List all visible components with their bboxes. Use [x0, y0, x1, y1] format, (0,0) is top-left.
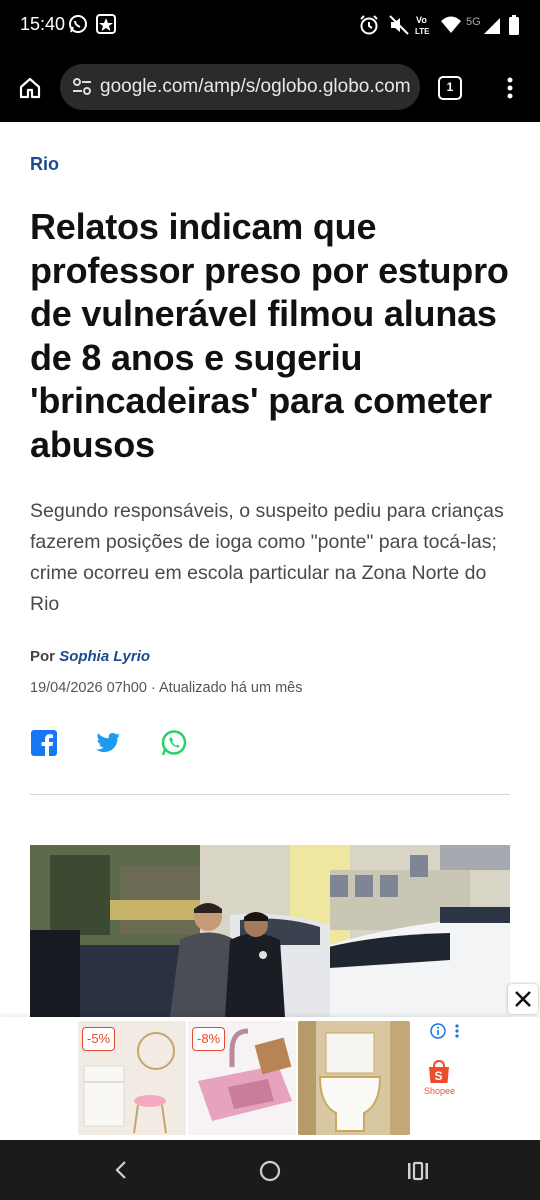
whatsapp-notification-icon — [69, 15, 87, 33]
ad-product-toilet[interactable] — [298, 1021, 410, 1135]
alarm-icon — [360, 15, 378, 35]
ad-product-vanity[interactable]: -5% — [78, 1021, 186, 1135]
app-notification-icon — [96, 14, 116, 34]
divider — [30, 794, 510, 795]
author-link[interactable]: Sophia Lyrio — [59, 648, 150, 665]
system-navigation-bar — [0, 1140, 540, 1200]
publish-date: 19/04/2026 07h00 · Atualizado há um mês — [30, 680, 303, 696]
recents-icon[interactable] — [406, 1159, 430, 1183]
wifi-icon — [441, 16, 461, 33]
tab-switcher-button[interactable]: 1 — [438, 76, 462, 100]
more-options-icon[interactable] — [500, 76, 520, 100]
section-label[interactable]: Rio — [30, 154, 59, 175]
shopee-logo-icon: S — [429, 1059, 449, 1083]
close-icon — [515, 991, 531, 1007]
svg-text:LTE: LTE — [415, 27, 430, 36]
volte-icon: Vo LTE — [415, 15, 430, 36]
article-subtitle: Segundo responsáveis, o suspeito pediu p… — [30, 500, 504, 615]
svg-text:S: S — [435, 1069, 443, 1083]
status-time: 15:40 — [20, 14, 66, 34]
signal-icon — [484, 18, 500, 34]
ad-banner[interactable]: -5% -8% S — [0, 1017, 540, 1140]
discount-badge: -5% — [82, 1027, 116, 1051]
article-photo[interactable] — [30, 845, 510, 1017]
arrest-scene-image — [30, 845, 510, 1017]
byline: Por Sophia Lyrio — [30, 648, 150, 665]
byline-prefix: Por — [30, 648, 56, 665]
status-bar: 15:40 Vo LTE 5G — [0, 0, 540, 52]
svg-text:Vo: Vo — [416, 15, 427, 25]
home-nav-icon[interactable] — [258, 1159, 282, 1183]
ad-product-sink[interactable]: -8% — [188, 1021, 296, 1135]
url-text: google.com/amp/s/oglobo.globo.com — [100, 76, 411, 97]
ad-close-button[interactable] — [508, 984, 538, 1014]
browser-toolbar: google.com/amp/s/oglobo.globo.com 1 — [0, 52, 540, 122]
ad-brand-label: Shopee — [424, 1086, 456, 1096]
ad-more-icon[interactable] — [452, 1023, 462, 1039]
toilet-image — [298, 1021, 410, 1135]
facebook-icon[interactable] — [30, 729, 58, 757]
mute-icon — [389, 15, 409, 35]
home-icon[interactable] — [18, 76, 42, 100]
network-type-label: 5G — [466, 16, 481, 28]
adchoices-info-icon[interactable] — [430, 1023, 446, 1039]
back-icon[interactable] — [110, 1159, 132, 1181]
battery-icon — [509, 15, 519, 35]
site-settings-icon[interactable] — [72, 78, 92, 96]
article-headline: Relatos indicam que professor preso por … — [30, 206, 509, 465]
twitter-icon[interactable] — [94, 729, 122, 757]
address-bar[interactable]: google.com/amp/s/oglobo.globo.com — [60, 64, 420, 110]
discount-badge: -8% — [192, 1027, 226, 1051]
whatsapp-icon[interactable] — [160, 729, 188, 757]
